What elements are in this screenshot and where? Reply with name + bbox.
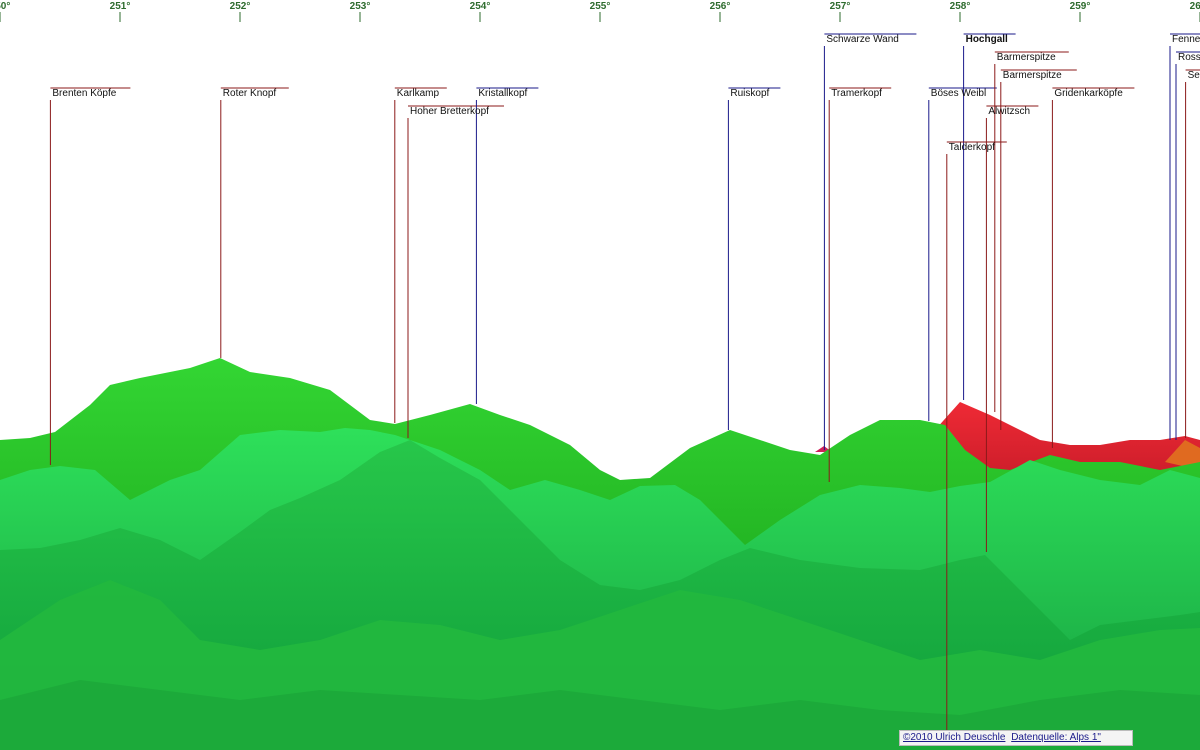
azimuth-label: 250° [0, 1, 11, 12]
peak-label[interactable]: Alwitzsch [986, 106, 1032, 118]
peak-label[interactable]: Roter Knopf [221, 88, 278, 100]
azimuth-label: 251° [109, 1, 131, 12]
peak-label[interactable]: Tramerkopf [829, 88, 884, 100]
azimuth-label: 252° [229, 1, 251, 12]
azimuth-label: 260° [1189, 1, 1200, 12]
peak-label[interactable]: Barmerspitze [995, 52, 1058, 64]
peak-label[interactable]: Kristallkopf [476, 88, 529, 100]
data-source-link[interactable]: Datenquelle: Alps 1" [1011, 732, 1101, 743]
azimuth-label: 255° [589, 1, 611, 12]
peak-label[interactable]: Ruiskopf [728, 88, 771, 100]
azimuth-label: 258° [949, 1, 971, 12]
peak-label[interactable]: Barmerspitze [1001, 70, 1064, 82]
peak-label[interactable]: Rossom [1176, 52, 1200, 64]
peak-label[interactable]: Hoher Bretterkopf [408, 106, 491, 118]
peak-label[interactable]: Gridenkarköpfe [1052, 88, 1124, 100]
peak-label[interactable]: Seespitze [1186, 70, 1200, 82]
panorama-stage: 250° 251° 252° 253° 254° 255° 256° 257° 258° 259°… [0, 0, 1200, 750]
peak-label[interactable]: Brenten Köpfe [50, 88, 118, 100]
credits-bar: ©2010 Ulrich Deuschle Datenquelle: Alps … [899, 730, 1133, 746]
peak-label[interactable]: Hochgall [964, 34, 1010, 46]
azimuth-label: 253° [349, 1, 371, 12]
azimuth-label: 254° [469, 1, 491, 12]
peak-label[interactable]: Böses Weibl [929, 88, 988, 100]
copyright-link[interactable]: ©2010 Ulrich Deuschle [903, 732, 1005, 743]
peak-label[interactable]: Schwarze Wand [824, 34, 900, 46]
peak-label[interactable]: Karlkamp [395, 88, 441, 100]
peak-label[interactable]: Talderkopf [947, 142, 997, 154]
azimuth-label: 259° [1069, 1, 1091, 12]
azimuth-label: 256° [709, 1, 731, 12]
azimuth-label: 257° [829, 1, 851, 12]
peak-label[interactable]: Fenneregg [1170, 34, 1200, 46]
